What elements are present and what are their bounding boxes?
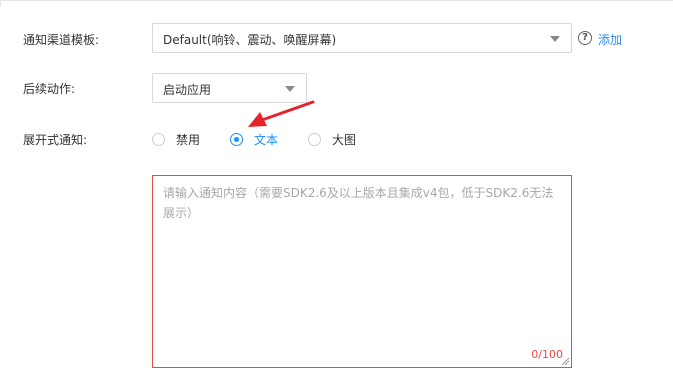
resize-handle-icon[interactable] xyxy=(560,356,570,366)
radio-label-big-image: 大图 xyxy=(332,133,357,147)
follow-action-select[interactable]: 启动应用 xyxy=(152,73,307,103)
textarea-placeholder: 请输入通知内容（需要SDK2.6及以上版本且集成v4包，低于SDK2.6无法展示… xyxy=(163,186,554,220)
radio-label-text: 文本 xyxy=(254,133,279,147)
top-divider-tick xyxy=(0,0,1,6)
follow-action-label: 后续动作: xyxy=(23,82,76,96)
notification-content-textarea[interactable]: 请输入通知内容（需要SDK2.6及以上版本且集成v4包，低于SDK2.6无法展示… xyxy=(152,175,572,368)
channel-template-value: Default(响铃、震动、唤醒屏幕) xyxy=(163,33,337,47)
chevron-down-icon xyxy=(285,86,295,92)
radio-circle xyxy=(230,133,243,146)
channel-template-select[interactable]: Default(响铃、震动、唤醒屏幕) xyxy=(152,23,572,53)
top-divider xyxy=(0,0,673,1)
radio-circle xyxy=(308,133,321,146)
char-counter: 0/100 xyxy=(531,348,563,361)
expand-notification-label: 展开式通知: xyxy=(23,133,88,147)
radio-circle xyxy=(152,133,165,146)
radio-label-disable: 禁用 xyxy=(176,133,201,147)
add-channel-link[interactable]: 添加 xyxy=(598,31,622,48)
help-icon[interactable]: ? xyxy=(578,31,592,45)
chevron-down-icon xyxy=(550,36,560,42)
channel-template-label: 通知渠道模板: xyxy=(23,33,100,47)
follow-action-value: 启动应用 xyxy=(163,83,212,97)
